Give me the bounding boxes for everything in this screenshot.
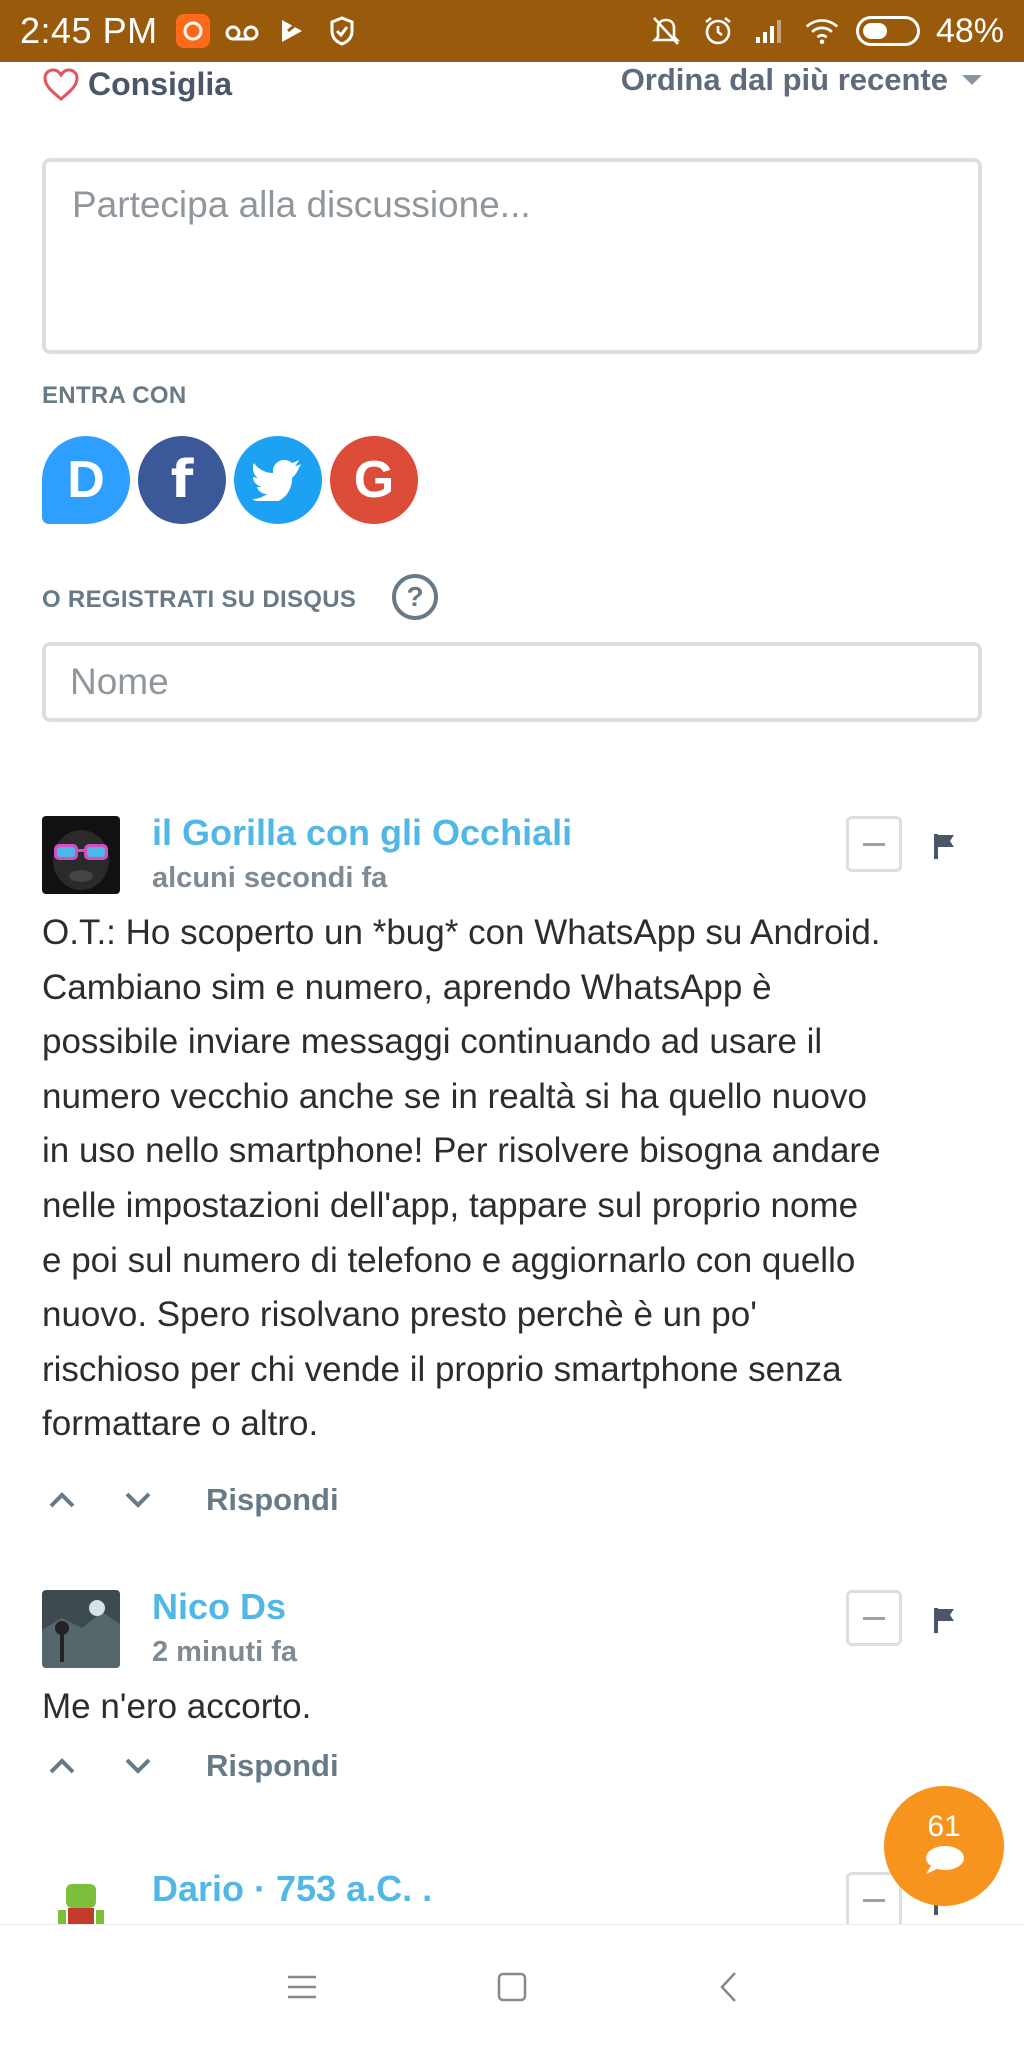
heart-icon xyxy=(43,67,79,101)
play-store-icon xyxy=(274,13,310,49)
recommend-button[interactable]: Consiglia xyxy=(42,66,232,103)
comment-line: Cambiano sim e numero, aprendo WhatsApp … xyxy=(42,967,772,1007)
comment-line: nelle impostazioni dell'app, tappare sul… xyxy=(42,1185,859,1225)
reply-button[interactable]: Rispondi xyxy=(206,1748,339,1784)
chevron-down-icon xyxy=(125,1758,151,1774)
navigation-bar xyxy=(0,1924,1024,2048)
comment-line: numero vecchio anche se in realtà si ha … xyxy=(42,1076,867,1116)
disqus-login-button[interactable]: D xyxy=(42,436,130,524)
facebook-login-button[interactable]: f xyxy=(138,436,226,524)
comment-line: Me n'ero accorto. xyxy=(42,1687,312,1726)
notification-icons xyxy=(175,13,360,49)
comment-count: 61 xyxy=(927,1810,961,1843)
comment-author[interactable]: Dario · 753 a.C. . xyxy=(152,1872,432,1910)
speech-bubble-icon xyxy=(926,1846,964,1874)
mute-bell-icon xyxy=(648,13,684,49)
menu-icon xyxy=(288,1975,316,1999)
comment-timestamp[interactable]: 2 minuti fa xyxy=(152,1636,297,1669)
google-icon: G xyxy=(353,451,395,509)
comment-author[interactable]: il Gorilla con gli Occhiali xyxy=(152,812,572,854)
signal-icon xyxy=(752,13,788,49)
comment-actions: Rispondi xyxy=(42,1746,339,1786)
menu-button[interactable] xyxy=(280,1965,324,2009)
minus-icon xyxy=(863,842,885,846)
comment-line: nuovo. Spero risolvano presto perchè è u… xyxy=(42,1295,757,1335)
comment-actions: Rispondi xyxy=(42,1480,339,1520)
upvote-button[interactable] xyxy=(42,1480,82,1520)
downvote-button[interactable] xyxy=(118,1746,158,1786)
comment-line: rischioso per chi vende il proprio smart… xyxy=(42,1349,842,1389)
status-bar: 2:45 PM 48% xyxy=(0,0,1024,62)
avatar[interactable] xyxy=(42,1872,120,1924)
home-button[interactable] xyxy=(490,1965,534,2009)
back-button[interactable] xyxy=(706,1965,750,2009)
chevron-down-icon xyxy=(125,1492,151,1508)
battery-icon xyxy=(855,16,920,46)
minus-icon xyxy=(863,1616,885,1620)
comment-body: Me n'ero accorto. xyxy=(42,1680,311,1735)
comment-input-placeholder: Partecipa alla discussione... xyxy=(72,184,531,225)
comment-author[interactable]: Nico Ds xyxy=(152,1586,286,1628)
upvote-button[interactable] xyxy=(42,1746,82,1786)
recommend-label: Consiglia xyxy=(88,66,233,102)
downvote-button[interactable] xyxy=(118,1480,158,1520)
alarm-icon xyxy=(700,13,736,49)
voicemail-icon xyxy=(224,13,260,49)
avatar[interactable] xyxy=(42,1590,120,1668)
comment-count-badge[interactable]: 61 xyxy=(884,1786,1004,1906)
discussion-toolbar: Consiglia Ordina dal più recente xyxy=(42,62,982,108)
battery-percent: 48% xyxy=(935,11,1004,50)
register-label: O REGISTRATI SU DISQUS xyxy=(42,586,357,613)
reply-button[interactable]: Rispondi xyxy=(206,1482,339,1518)
comment-line: possibile inviare messaggi continuando a… xyxy=(42,1022,823,1062)
comment-item: il Gorilla con gli Occhiali alcuni secon… xyxy=(42,812,992,1517)
twitter-bird-icon xyxy=(253,460,301,501)
comment-input[interactable]: Partecipa alla discussione... xyxy=(42,158,982,354)
comment-body: O.T.: Ho scoperto un *bug* con WhatsApp … xyxy=(42,906,881,1452)
wifi-icon xyxy=(804,13,840,49)
name-input-placeholder: Nome xyxy=(70,661,169,702)
flag-icon[interactable] xyxy=(932,832,958,860)
collapse-button[interactable] xyxy=(846,816,902,872)
collapse-button[interactable] xyxy=(846,1590,902,1646)
login-label: ENTRA CON xyxy=(42,382,187,409)
minus-icon xyxy=(863,1898,885,1902)
comment-line: e poi sul numero di telefono e aggiornar… xyxy=(42,1240,856,1280)
app-notification-icon xyxy=(175,14,210,48)
avatar[interactable] xyxy=(42,816,120,894)
help-icon[interactable]: ? xyxy=(392,574,438,620)
help-glyph: ? xyxy=(406,581,424,612)
flag-icon[interactable] xyxy=(932,1606,958,1634)
google-login-button[interactable]: G xyxy=(330,436,418,524)
comment-line: in uso nello smartphone! Per risolvere b… xyxy=(42,1131,881,1171)
sort-label: Ordina dal più recente xyxy=(620,62,948,97)
sort-dropdown[interactable]: Ordina dal più recente xyxy=(621,62,982,98)
social-login-buttons: D f G xyxy=(42,436,418,524)
chevron-up-icon xyxy=(49,1758,75,1774)
back-arrow-icon xyxy=(720,1972,736,2002)
square-icon xyxy=(497,1972,527,2002)
disqus-icon: D xyxy=(67,451,105,509)
twitter-login-button[interactable] xyxy=(234,436,322,524)
shield-icon xyxy=(324,13,360,49)
name-input[interactable]: Nome xyxy=(42,642,982,722)
chevron-down-icon xyxy=(962,75,982,85)
facebook-icon: f xyxy=(170,450,194,510)
comment-timestamp[interactable]: alcuni secondi fa xyxy=(152,862,387,895)
comment-item: Dario · 753 a.C. . xyxy=(42,1872,992,1924)
comment-item: Nico Ds 2 minuti fa Me n'ero accorto. Ri… xyxy=(42,1586,992,1810)
status-time: 2:45 PM xyxy=(20,10,158,51)
chevron-up-icon xyxy=(49,1492,75,1508)
comment-line: formattare o altro. xyxy=(42,1404,319,1444)
system-icons: 48% xyxy=(648,12,1004,51)
comment-line: O.T.: Ho scoperto un *bug* con WhatsApp … xyxy=(42,913,881,952)
